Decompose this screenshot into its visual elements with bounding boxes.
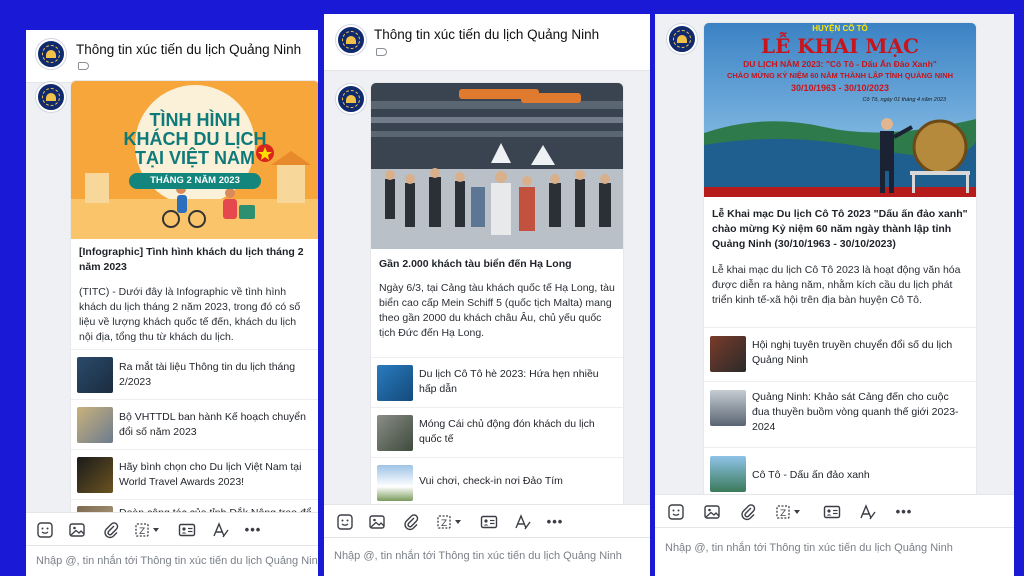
text-format-icon[interactable]	[514, 513, 532, 531]
cruise-photo	[371, 83, 623, 249]
banner-dates: 30/10/1963 - 30/10/2023	[790, 83, 890, 93]
hero-ribbon: THÁNG 2 NĂM 2023	[150, 175, 240, 186]
attach-icon[interactable]	[102, 521, 120, 539]
chat-panel-1: Thông tin xúc tiến du lịch Quảng Ninh TÌ…	[26, 30, 318, 576]
sticker-icon[interactable]	[336, 513, 354, 531]
related-title: Du lịch Cô Tô hè 2023: Hứa hẹn nhiều hấp…	[419, 368, 599, 395]
screenshot-icon[interactable]: Z	[436, 513, 464, 531]
related-title: Hội nghị tuyên truyền chuyển đổi số du l…	[752, 339, 953, 366]
article-thumbnail[interactable]	[371, 83, 623, 249]
message-composer[interactable]: Nhập @, tin nhắn tới Thông tin xúc tiến …	[655, 527, 1014, 576]
screenshot-icon[interactable]: Z	[134, 521, 162, 539]
sender-avatar[interactable]	[336, 84, 366, 114]
attach-icon[interactable]	[402, 513, 420, 531]
article-headline[interactable]: Gần 2.000 khách tàu biển đến Hạ Long	[379, 257, 615, 272]
chat-title: Thông tin xúc tiến du lịch Quảng Ninh	[76, 42, 302, 57]
sticker-icon[interactable]	[667, 503, 685, 521]
banner-district: HUYỆN CÔ TÔ	[812, 24, 868, 33]
related-thumbnail	[377, 415, 413, 451]
related-article[interactable]: Bộ VHTTDL ban hành Kế hoạch chuyển đổi s…	[71, 399, 318, 450]
related-article[interactable]: Du lịch Cô Tô hè 2023: Hứa hẹn nhiều hấp…	[371, 357, 623, 408]
article-card[interactable]: HUYỆN CÔ TÔ LỄ KHAI MẠC DU LỊCH NĂM 2023…	[703, 22, 977, 500]
article-summary: Ngày 6/3, tại Cảng tàu khách quốc tế Hạ …	[379, 282, 615, 339]
text-format-icon[interactable]	[212, 521, 230, 539]
more-icon[interactable]: •••	[895, 503, 913, 521]
composer-toolbar: Z •••	[26, 512, 318, 547]
related-title: Bộ VHTTDL ban hành Kế hoạch chuyển đổi s…	[119, 411, 306, 438]
image-icon[interactable]	[68, 521, 86, 539]
related-title: Quảng Ninh: Khảo sát Cảng đến cho cuộc đ…	[752, 391, 959, 433]
contact-card-icon[interactable]	[823, 503, 841, 521]
banner-title: LỄ KHAI MẠC	[761, 34, 919, 58]
sticker-icon[interactable]	[36, 521, 54, 539]
chat-header: Thông tin xúc tiến du lịch Quảng Ninh	[324, 14, 650, 71]
message-input-placeholder[interactable]: Nhập @, tin nhắn tới Thông tin xúc tiến …	[665, 542, 953, 554]
article-thumbnail[interactable]: TÌNH HÌNH KHÁCH DU LỊCH TẠI VIỆT NAM THÁ…	[71, 81, 318, 239]
message-composer[interactable]: Nhập @, tin nhắn tới Thông tin xúc tiến …	[26, 545, 318, 576]
related-thumbnail	[710, 336, 746, 372]
article-summary: Lễ khai mạc du lịch Cô Tô 2023 là hoạt đ…	[712, 264, 961, 306]
message-input-placeholder[interactable]: Nhập @, tin nhắn tới Thông tin xúc tiến …	[36, 555, 318, 567]
article-headline[interactable]: [Infographic] Tình hình khách du lịch th…	[79, 245, 311, 275]
attach-icon[interactable]	[739, 503, 757, 521]
message-input-placeholder[interactable]: Nhập @, tin nhắn tới Thông tin xúc tiến …	[334, 550, 622, 562]
related-thumbnail	[77, 357, 113, 393]
contact-card-icon[interactable]	[178, 521, 196, 539]
image-icon[interactable]	[368, 513, 386, 531]
related-article[interactable]: Quảng Ninh: Khảo sát Cảng đến cho cuộc đ…	[704, 381, 976, 448]
banner-line-2: CHÀO MỪNG KỶ NIỆM 60 NĂM THÀNH LẬP TỈNH …	[726, 71, 954, 80]
more-icon[interactable]: •••	[244, 521, 262, 539]
related-thumbnail	[77, 457, 113, 493]
tag-icon[interactable]	[376, 48, 387, 56]
svg-text:Z: Z	[441, 519, 447, 529]
message-composer[interactable]: Nhập @, tin nhắn tới Thông tin xúc tiến …	[324, 537, 650, 576]
related-title: Vui chơi, check-in nơi Đảo Tím	[419, 475, 563, 487]
composer-toolbar: Z •••	[324, 504, 650, 539]
related-thumbnail	[377, 365, 413, 401]
related-title: Ra mắt tài liệu Thông tin du lịch tháng …	[119, 361, 296, 388]
chat-panel-3: HUYỆN CÔ TÔ LỄ KHAI MẠC DU LỊCH NĂM 2023…	[655, 14, 1014, 576]
hero-line-1: TÌNH HÌNH	[149, 110, 241, 130]
chat-title: Thông tin xúc tiến du lịch Quảng Ninh	[374, 27, 600, 42]
hero-line-3: TẠI VIỆT NAM	[135, 148, 255, 168]
related-article[interactable]: Móng Cái chủ động đón khách du lịch quốc…	[371, 407, 623, 458]
related-thumbnail	[377, 465, 413, 501]
image-icon[interactable]	[703, 503, 721, 521]
official-account-avatar[interactable]	[36, 39, 66, 69]
related-article[interactable]: Hội nghị tuyên truyền chuyển đổi số du l…	[704, 327, 976, 382]
chat-panel-2: Thông tin xúc tiến du lịch Quảng Ninh Gầ…	[324, 14, 650, 576]
article-card[interactable]: Gần 2.000 khách tàu biển đến Hạ Long Ngà…	[370, 82, 624, 514]
svg-text:Z: Z	[780, 509, 786, 519]
composer-toolbar: Z •••	[655, 494, 1014, 529]
related-thumbnail	[77, 407, 113, 443]
contact-card-icon[interactable]	[480, 513, 498, 531]
related-article[interactable]: Hãy bình chọn cho Du lịch Việt Nam tại W…	[71, 449, 318, 500]
screenshot-icon[interactable]: Z	[775, 503, 803, 521]
article-summary: (TITC) - Dưới đây là Infographic về tình…	[79, 286, 301, 343]
banner-line-1: DU LỊCH NĂM 2023: "Cô Tô - Dấu Ấn Đảo Xa…	[743, 59, 937, 69]
hero-heading: TÌNH HÌNH KHÁCH DU LỊCH TẠI VIỆT NAM	[71, 111, 318, 168]
related-title: Móng Cái chủ động đón khách du lịch quốc…	[419, 418, 595, 445]
sender-avatar[interactable]	[36, 82, 66, 112]
chat-header: Thông tin xúc tiến du lịch Quảng Ninh	[26, 30, 318, 83]
related-article[interactable]: Ra mắt tài liệu Thông tin du lịch tháng …	[71, 349, 318, 400]
related-thumbnail	[710, 456, 746, 492]
sender-avatar[interactable]	[667, 24, 697, 54]
article-headline[interactable]: Lễ Khai mạc Du lịch Cô Tô 2023 "Dấu ấn đ…	[712, 207, 968, 252]
svg-text:Z: Z	[139, 527, 145, 537]
related-thumbnail	[710, 390, 746, 426]
related-title: Cô Tô - Dấu ấn đảo xanh	[752, 469, 870, 481]
related-article[interactable]: Vui chơi, check-in nơi Đảo Tím	[371, 457, 623, 508]
article-card[interactable]: TÌNH HÌNH KHÁCH DU LỊCH TẠI VIỆT NAM THÁ…	[70, 80, 318, 522]
banner-place-date: Cô Tô, ngày 01 tháng 4 năm 2023	[862, 97, 946, 103]
article-thumbnail[interactable]: HUYỆN CÔ TÔ LỄ KHAI MẠC DU LỊCH NĂM 2023…	[704, 23, 976, 197]
hero-line-2: KHÁCH DU LỊCH	[123, 129, 267, 149]
official-account-avatar[interactable]	[336, 25, 366, 55]
related-article[interactable]: Cô Tô - Dấu ấn đảo xanh	[704, 447, 976, 499]
tag-icon[interactable]	[78, 62, 89, 70]
text-format-icon[interactable]	[859, 503, 877, 521]
more-icon[interactable]: •••	[546, 513, 564, 531]
related-title: Hãy bình chọn cho Du lịch Việt Nam tại W…	[119, 461, 302, 488]
